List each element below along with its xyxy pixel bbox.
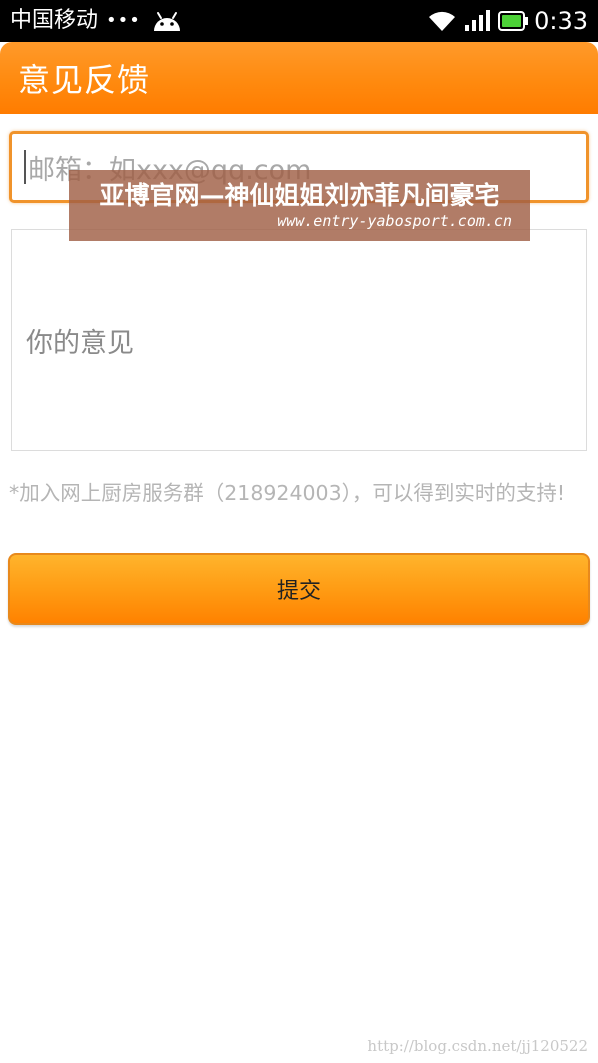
carrier-label: 中国移动	[10, 8, 99, 33]
status-right: 0:33	[420, 0, 588, 42]
status-bar: 中国移动 ••• 0:33	[0, 0, 598, 42]
text-cursor	[24, 150, 26, 184]
signal-icon	[464, 10, 491, 32]
feedback-placeholder: 你的意见	[26, 327, 134, 359]
notification-dots: •••	[106, 10, 141, 31]
feedback-textarea[interactable]: 你的意见	[11, 229, 587, 451]
submit-button[interactable]: 提交	[8, 553, 590, 625]
ad-banner: 亚博官网—神仙姐姐刘亦菲凡间豪宅 www.entry-yabosport.com…	[69, 170, 530, 241]
clock: 0:33	[534, 7, 588, 35]
battery-icon	[498, 11, 529, 31]
app-header: 意见反馈	[0, 42, 598, 114]
banner-title: 亚博官网—神仙姐姐刘亦菲凡间豪宅	[99, 180, 500, 210]
page-title: 意见反馈	[18, 61, 151, 99]
support-hint: *加入网上厨房服务群（218924003），可以得到实时的支持!	[9, 481, 566, 505]
wifi-icon	[428, 10, 456, 32]
banner-url: www.entry-yabosport.com.cn	[277, 211, 512, 230]
submit-label: 提交	[276, 579, 321, 604]
blog-watermark: http://blog.csdn.net/jj120522	[367, 1037, 588, 1055]
status-left: 中国移动 •••	[10, 0, 183, 42]
android-icon	[151, 8, 183, 34]
